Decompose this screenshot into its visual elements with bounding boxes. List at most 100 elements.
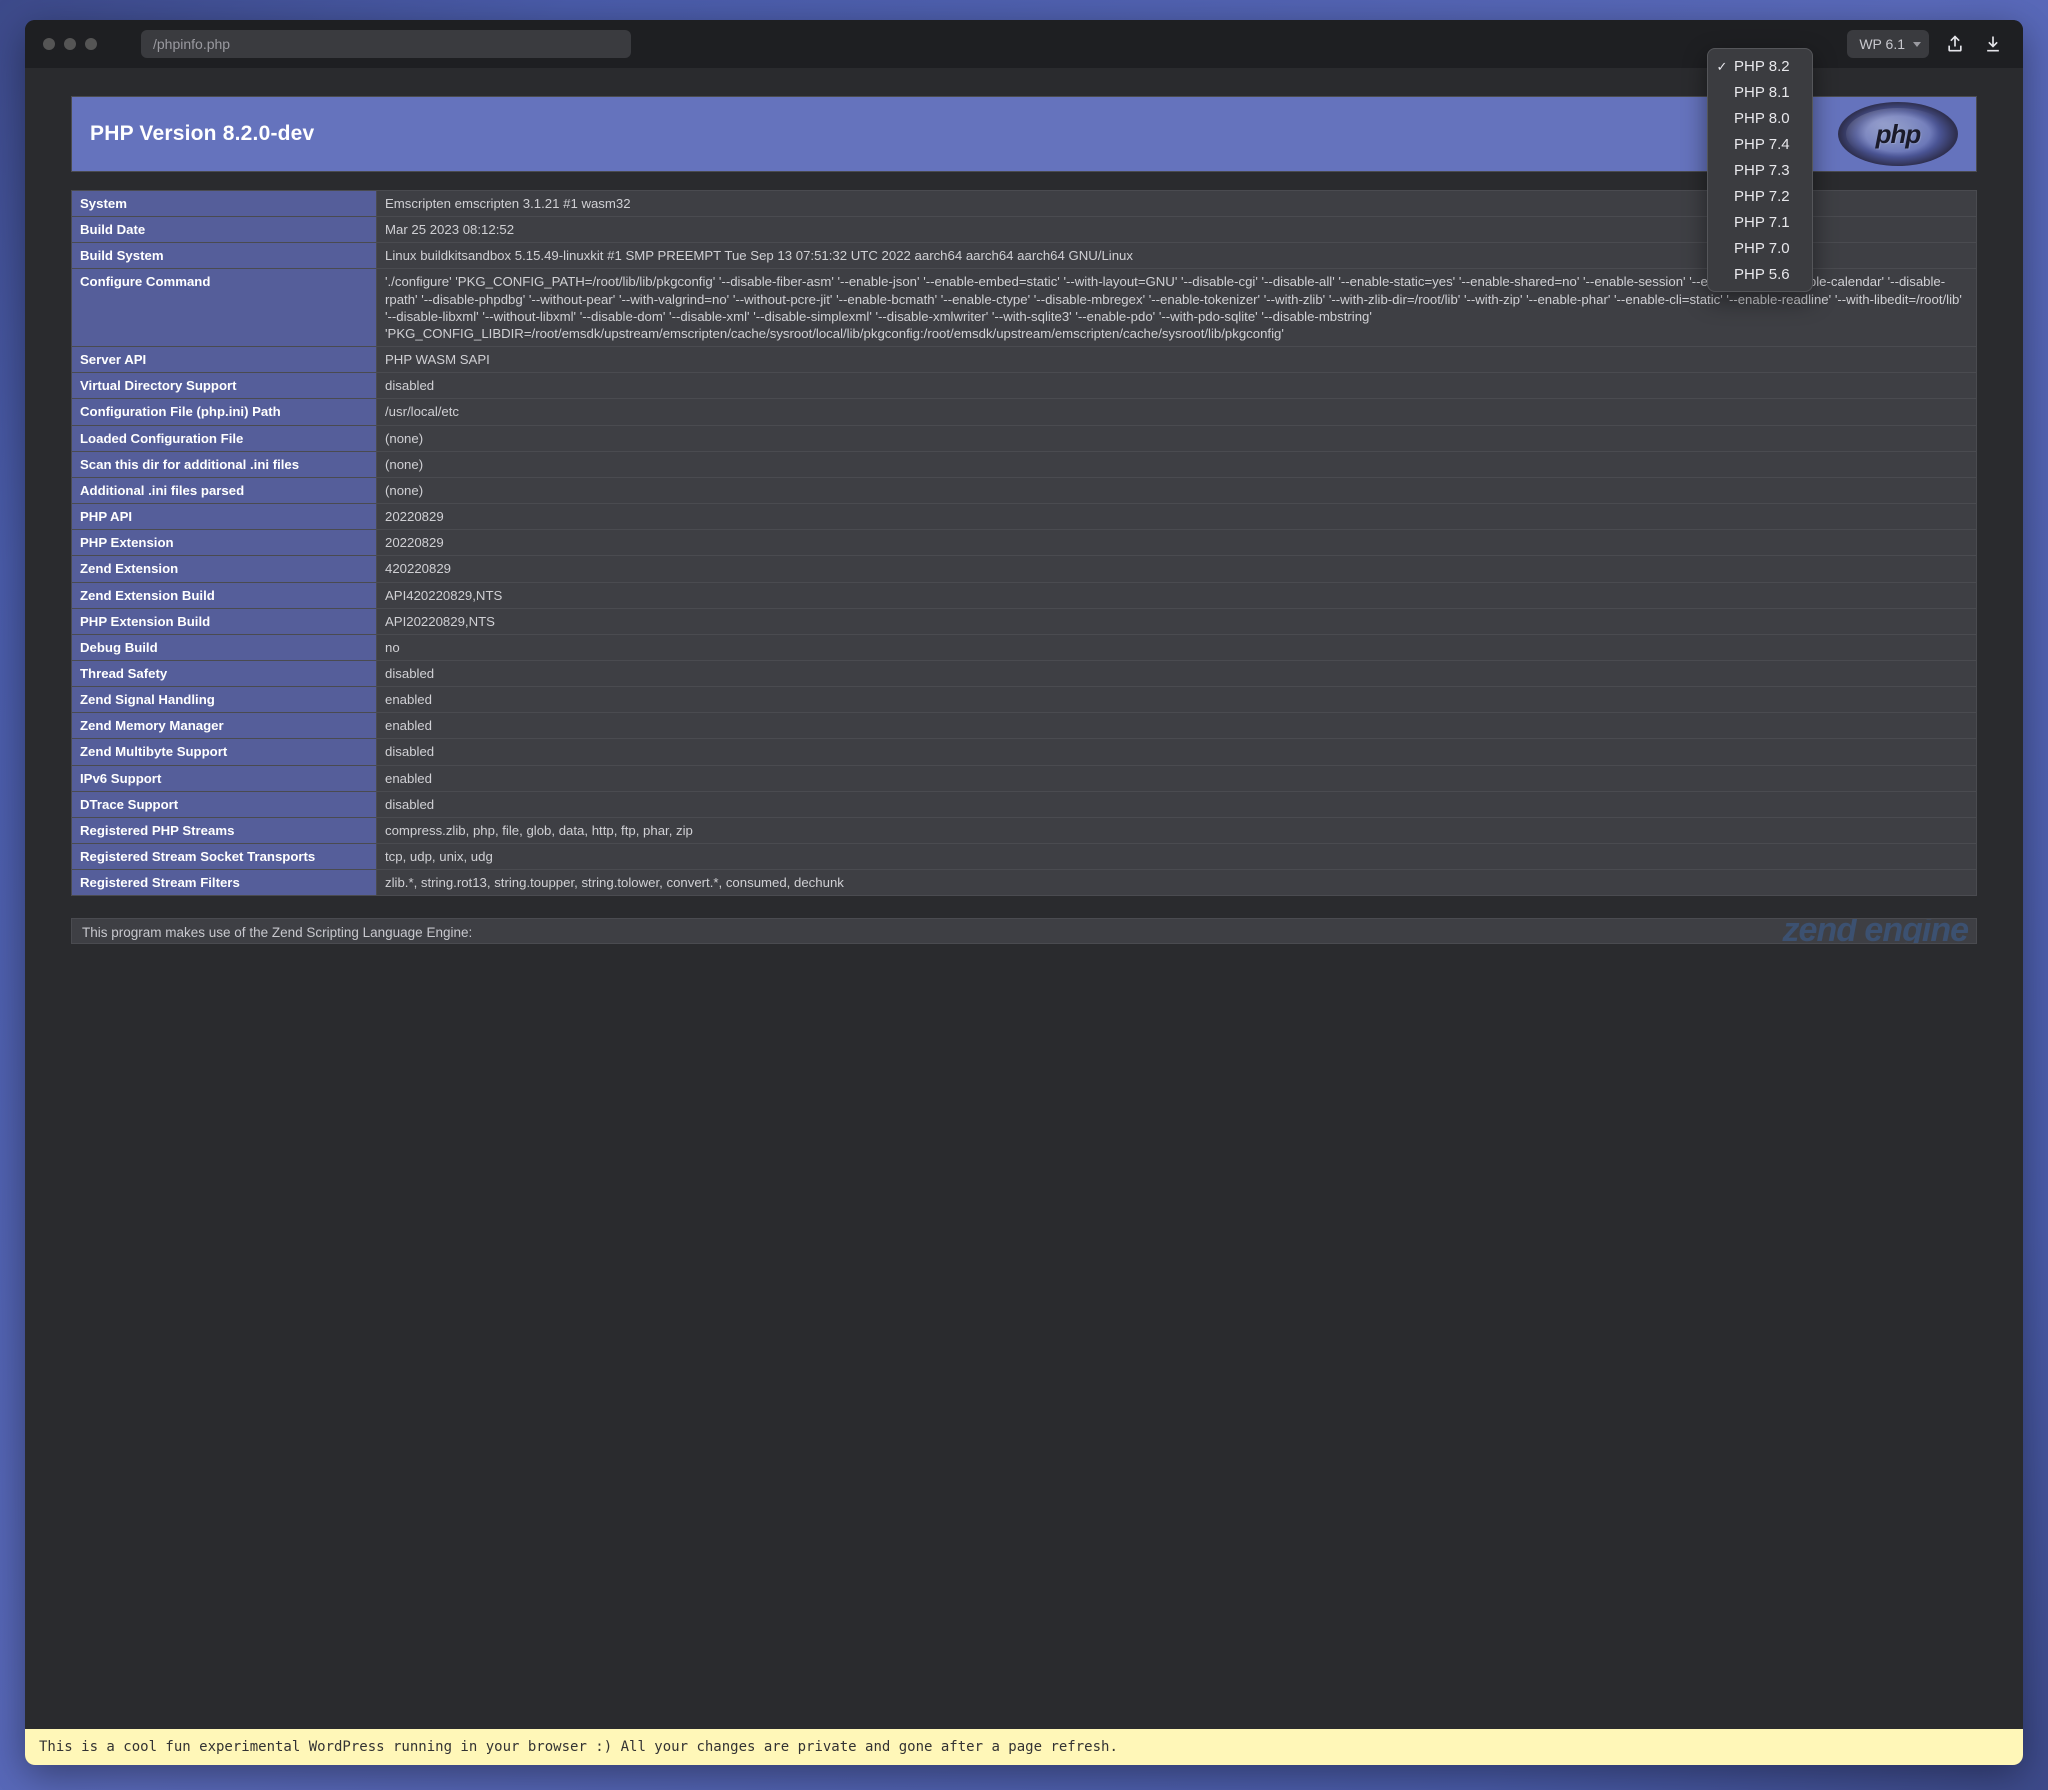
table-row: Registered Stream Socket Transportstcp, … bbox=[72, 844, 1977, 870]
table-row: Zend Extension BuildAPI420220829,NTS bbox=[72, 582, 1977, 608]
table-row: Scan this dir for additional .ini files(… bbox=[72, 451, 1977, 477]
url-text: /phpinfo.php bbox=[153, 36, 230, 52]
row-value: disabled bbox=[377, 739, 1977, 765]
row-value: (none) bbox=[377, 477, 1977, 503]
zoom-window[interactable] bbox=[85, 38, 97, 50]
row-key: Build System bbox=[72, 243, 377, 269]
php-version-option[interactable]: PHP 7.3 bbox=[1708, 157, 1812, 183]
row-key: PHP API bbox=[72, 504, 377, 530]
php-version-option[interactable]: PHP 7.2 bbox=[1708, 183, 1812, 209]
table-row: Zend Memory Managerenabled bbox=[72, 713, 1977, 739]
row-value: disabled bbox=[377, 373, 1977, 399]
row-key: Zend Extension Build bbox=[72, 582, 377, 608]
table-row: Additional .ini files parsed(none) bbox=[72, 477, 1977, 503]
php-version-option[interactable]: PHP 8.1 bbox=[1708, 79, 1812, 105]
table-row: IPv6 Supportenabled bbox=[72, 765, 1977, 791]
table-row: PHP Extension20220829 bbox=[72, 530, 1977, 556]
row-value: PHP WASM SAPI bbox=[377, 347, 1977, 373]
row-key: Additional .ini files parsed bbox=[72, 477, 377, 503]
table-row: Configuration File (php.ini) Path/usr/lo… bbox=[72, 399, 1977, 425]
php-version-option[interactable]: PHP 5.6 bbox=[1708, 261, 1812, 287]
php-version-option[interactable]: PHP 8.2 bbox=[1708, 53, 1812, 79]
app-window: /phpinfo.php PHP 8.2 WP 6.1 PHP Version … bbox=[25, 20, 2023, 1765]
close-window[interactable] bbox=[43, 38, 55, 50]
zend-text: This program makes use of the Zend Scrip… bbox=[82, 925, 472, 940]
row-value: (none) bbox=[377, 451, 1977, 477]
table-row: PHP Extension BuildAPI20220829,NTS bbox=[72, 608, 1977, 634]
row-key: PHP Extension bbox=[72, 530, 377, 556]
chevron-down-icon bbox=[1913, 42, 1921, 47]
option-label: PHP 7.1 bbox=[1734, 214, 1790, 231]
php-version-option[interactable]: PHP 7.1 bbox=[1708, 209, 1812, 235]
php-version-dropdown: PHP 8.2 PHP 8.1 PHP 8.0 PHP 7.4 PHP 7.3 PHP 7… bbox=[1707, 48, 1813, 292]
row-key: Zend Signal Handling bbox=[72, 687, 377, 713]
page-title: PHP Version 8.2.0-dev bbox=[90, 122, 314, 146]
table-row: PHP API20220829 bbox=[72, 504, 1977, 530]
php-version-option[interactable]: PHP 7.0 bbox=[1708, 235, 1812, 261]
row-key: Loaded Configuration File bbox=[72, 425, 377, 451]
phpinfo-table: SystemEmscripten emscripten 3.1.21 #1 wa… bbox=[71, 190, 1977, 896]
row-value: disabled bbox=[377, 660, 1977, 686]
table-row: Zend Multibyte Supportdisabled bbox=[72, 739, 1977, 765]
url-bar[interactable]: /phpinfo.php bbox=[141, 30, 631, 58]
footer-note: This is a cool fun experimental WordPres… bbox=[25, 1729, 2023, 1765]
row-key: Registered Stream Filters bbox=[72, 870, 377, 896]
row-value: enabled bbox=[377, 765, 1977, 791]
row-value: no bbox=[377, 634, 1977, 660]
row-key: PHP Extension Build bbox=[72, 608, 377, 634]
share-icon[interactable] bbox=[1943, 32, 1967, 56]
option-label: PHP 8.2 bbox=[1734, 58, 1790, 75]
php-logo: php bbox=[1838, 102, 1958, 166]
option-label: PHP 8.1 bbox=[1734, 84, 1790, 101]
row-value: enabled bbox=[377, 713, 1977, 739]
table-row: SystemEmscripten emscripten 3.1.21 #1 wa… bbox=[72, 191, 1977, 217]
row-key: Configure Command bbox=[72, 269, 377, 347]
row-key: Zend Memory Manager bbox=[72, 713, 377, 739]
minimize-window[interactable] bbox=[64, 38, 76, 50]
row-value: 420220829 bbox=[377, 556, 1977, 582]
check-icon bbox=[1716, 58, 1728, 75]
table-row: Registered Stream Filterszlib.*, string.… bbox=[72, 870, 1977, 896]
row-value: disabled bbox=[377, 791, 1977, 817]
row-value: zlib.*, string.rot13, string.toupper, st… bbox=[377, 870, 1977, 896]
row-key: Virtual Directory Support bbox=[72, 373, 377, 399]
table-row: Configure Command'./configure' 'PKG_CONF… bbox=[72, 269, 1977, 347]
row-key: System bbox=[72, 191, 377, 217]
wp-version-label: WP 6.1 bbox=[1859, 36, 1905, 52]
zend-box: This program makes use of the Zend Scrip… bbox=[71, 918, 1977, 944]
table-row: Virtual Directory Supportdisabled bbox=[72, 373, 1977, 399]
row-key: Zend Extension bbox=[72, 556, 377, 582]
content: PHP Version 8.2.0-dev php SystemEmscript… bbox=[25, 68, 2023, 1729]
row-value: compress.zlib, php, file, glob, data, ht… bbox=[377, 817, 1977, 843]
zend-watermark: zend engine bbox=[1783, 918, 1968, 944]
row-value: API20220829,NTS bbox=[377, 608, 1977, 634]
row-key: Scan this dir for additional .ini files bbox=[72, 451, 377, 477]
row-value: (none) bbox=[377, 425, 1977, 451]
row-key: DTrace Support bbox=[72, 791, 377, 817]
table-row: Registered PHP Streamscompress.zlib, php… bbox=[72, 817, 1977, 843]
table-row: Debug Buildno bbox=[72, 634, 1977, 660]
download-icon[interactable] bbox=[1981, 32, 2005, 56]
row-value: API420220829,NTS bbox=[377, 582, 1977, 608]
table-row: Zend Signal Handlingenabled bbox=[72, 687, 1977, 713]
option-label: PHP 7.3 bbox=[1734, 162, 1790, 179]
row-key: Debug Build bbox=[72, 634, 377, 660]
table-row: Loaded Configuration File(none) bbox=[72, 425, 1977, 451]
option-label: PHP 5.6 bbox=[1734, 266, 1790, 283]
row-key: Configuration File (php.ini) Path bbox=[72, 399, 377, 425]
row-value: enabled bbox=[377, 687, 1977, 713]
table-row: Thread Safetydisabled bbox=[72, 660, 1977, 686]
php-version-option[interactable]: PHP 7.4 bbox=[1708, 131, 1812, 157]
row-value: /usr/local/etc bbox=[377, 399, 1977, 425]
option-label: PHP 8.0 bbox=[1734, 110, 1790, 127]
phpinfo-banner: PHP Version 8.2.0-dev php bbox=[71, 96, 1977, 172]
row-value: 20220829 bbox=[377, 504, 1977, 530]
row-key: Build Date bbox=[72, 217, 377, 243]
wp-version-select[interactable]: WP 6.1 bbox=[1847, 30, 1929, 58]
php-version-option[interactable]: PHP 8.0 bbox=[1708, 105, 1812, 131]
table-row: Server APIPHP WASM SAPI bbox=[72, 347, 1977, 373]
row-key: Thread Safety bbox=[72, 660, 377, 686]
option-label: PHP 7.2 bbox=[1734, 188, 1790, 205]
table-row: Build SystemLinux buildkitsandbox 5.15.4… bbox=[72, 243, 1977, 269]
row-key: Server API bbox=[72, 347, 377, 373]
